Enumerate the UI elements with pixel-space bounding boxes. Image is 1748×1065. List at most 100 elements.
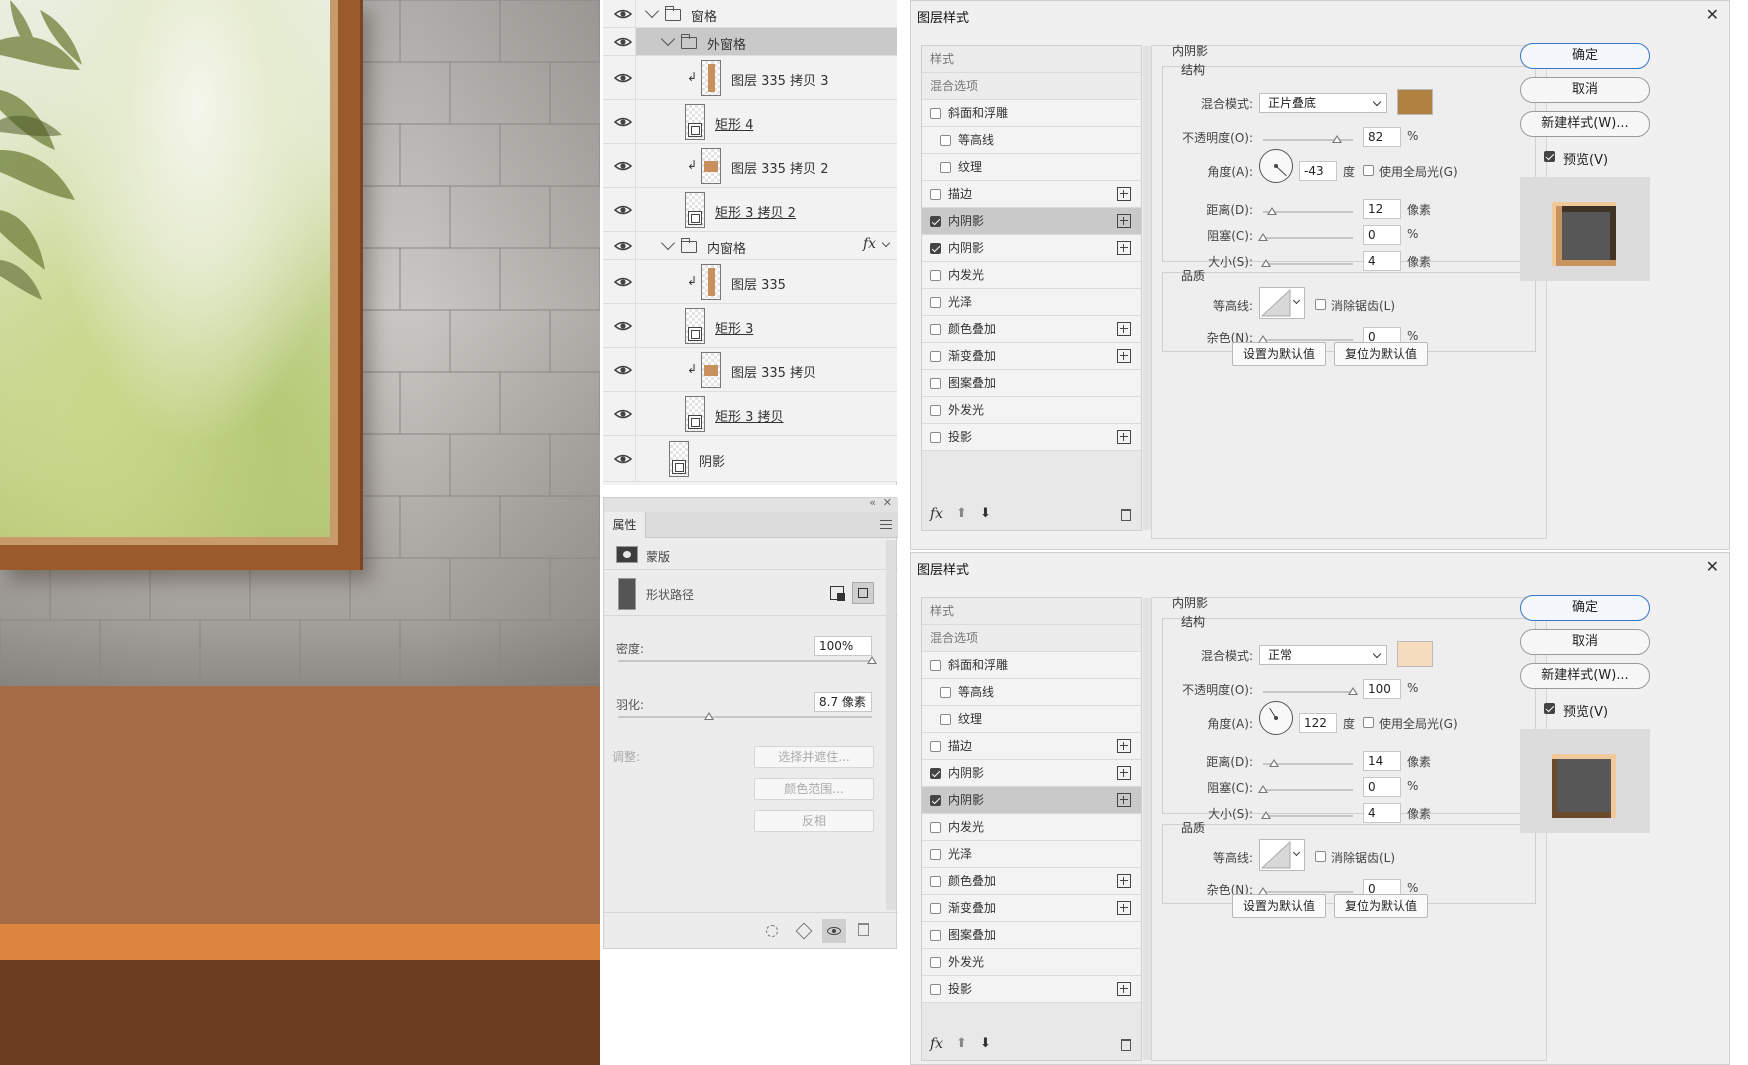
trash-icon[interactable]	[1121, 509, 1131, 521]
style-item[interactable]: 图案叠加	[922, 922, 1141, 949]
style-checkbox[interactable]	[930, 432, 941, 443]
move-up-icon[interactable]: ⬆	[956, 1036, 967, 1051]
feather-field[interactable]: 8.7 像素	[814, 692, 872, 712]
style-checkbox[interactable]	[930, 216, 941, 227]
style-item[interactable]: 外发光	[922, 397, 1141, 424]
style-checkbox[interactable]	[930, 795, 941, 806]
style-item[interactable]: 光泽	[922, 289, 1141, 316]
eye-icon[interactable]	[613, 116, 633, 128]
style-item[interactable]: 描边	[922, 733, 1141, 760]
properties-scrollbar[interactable]	[886, 540, 896, 910]
reset-default-button[interactable]: 复位为默认值	[1334, 342, 1428, 366]
style-item[interactable]: 内发光	[922, 262, 1141, 289]
cancel-button[interactable]: 取消	[1520, 77, 1650, 103]
antialias-checkbox[interactable]	[1315, 299, 1326, 310]
add-effect-icon[interactable]	[1117, 349, 1131, 363]
style-checkbox[interactable]	[930, 903, 941, 914]
choke-slider-thumb[interactable]	[1258, 785, 1268, 793]
eye-icon[interactable]	[613, 8, 633, 20]
style-checkbox[interactable]	[930, 660, 941, 671]
eye-icon[interactable]	[613, 160, 633, 172]
add-effect-icon[interactable]	[1117, 214, 1131, 228]
add-effect-icon[interactable]	[1117, 766, 1131, 780]
opacity-slider-thumb[interactable]	[1348, 687, 1358, 695]
distance-slider-thumb[interactable]	[1268, 759, 1279, 767]
noise-slider-track[interactable]	[1263, 891, 1353, 893]
color-range-button[interactable]: 颜色范围...	[754, 778, 874, 800]
move-down-icon[interactable]: ⬇	[980, 1036, 991, 1051]
density-slider-track[interactable]	[618, 660, 872, 662]
add-effect-icon[interactable]	[1117, 982, 1131, 996]
style-item[interactable]: 投影	[922, 424, 1141, 451]
visibility-eye-icon[interactable]	[822, 919, 846, 943]
layer-row[interactable]: ↲ 图层 335 拷贝	[603, 348, 897, 392]
choke-field[interactable]: 0	[1363, 777, 1401, 797]
layer-row[interactable]: 窗格	[603, 0, 897, 28]
layer-row[interactable]: 矩形 3 拷贝	[603, 392, 897, 436]
eye-icon[interactable]	[613, 72, 633, 84]
visibility-toggle[interactable]	[603, 392, 636, 435]
move-down-icon[interactable]: ⬇	[980, 506, 991, 521]
style-checkbox[interactable]	[930, 984, 941, 995]
chevron-down-icon[interactable]	[660, 235, 676, 251]
style-item[interactable]: 斜面和浮雕	[922, 652, 1141, 679]
style-item[interactable]: 投影	[922, 976, 1141, 1003]
chevron-down-icon[interactable]	[660, 31, 676, 47]
add-effect-icon[interactable]	[1117, 874, 1131, 888]
eye-icon[interactable]	[613, 240, 633, 252]
size-field[interactable]: 4	[1363, 251, 1401, 271]
fx-icon[interactable]: fx	[930, 1036, 943, 1052]
style-checkbox[interactable]	[940, 687, 951, 698]
angle-field[interactable]: -43	[1299, 161, 1337, 181]
style-item[interactable]: 等高线	[922, 127, 1141, 154]
eye-icon[interactable]	[613, 36, 633, 48]
shadow-color-swatch[interactable]	[1397, 89, 1433, 115]
add-effect-icon[interactable]	[1117, 793, 1131, 807]
style-item[interactable]: 渐变叠加	[922, 895, 1141, 922]
choke-slider-thumb[interactable]	[1258, 233, 1268, 241]
visibility-toggle[interactable]	[603, 436, 636, 481]
fx-icon[interactable]: fx	[930, 506, 943, 522]
style-checkbox[interactable]	[930, 822, 941, 833]
opacity-field[interactable]: 100	[1363, 679, 1401, 699]
add-path-icon[interactable]	[830, 586, 845, 601]
eye-icon[interactable]	[613, 276, 633, 288]
visibility-toggle[interactable]	[603, 0, 636, 27]
style-checkbox[interactable]	[930, 849, 941, 860]
shadow-color-swatch[interactable]	[1397, 641, 1433, 667]
layer-row[interactable]: ↲ 图层 335	[603, 260, 897, 304]
style-checkbox[interactable]	[930, 405, 941, 416]
style-item[interactable]: 纹理	[922, 706, 1141, 733]
style-checkbox[interactable]	[930, 741, 941, 752]
visibility-toggle[interactable]	[603, 304, 636, 347]
style-checkbox[interactable]	[930, 189, 941, 200]
visibility-toggle[interactable]	[603, 56, 636, 99]
size-field[interactable]: 4	[1363, 803, 1401, 823]
style-checkbox[interactable]	[930, 297, 941, 308]
visibility-toggle[interactable]	[603, 348, 636, 391]
layer-row[interactable]: 矩形 4	[603, 100, 897, 144]
ok-button[interactable]: 确定	[1520, 595, 1650, 621]
eye-icon[interactable]	[613, 204, 633, 216]
angle-dial[interactable]	[1259, 701, 1293, 735]
style-item[interactable]: 混合选项	[922, 73, 1141, 100]
visibility-toggle[interactable]	[603, 28, 636, 55]
style-checkbox[interactable]	[930, 930, 941, 941]
trash-icon[interactable]	[858, 923, 869, 936]
tab-properties[interactable]: 属性	[604, 512, 646, 538]
eye-icon[interactable]	[613, 453, 633, 465]
visibility-toggle[interactable]	[603, 260, 636, 303]
visibility-toggle[interactable]	[603, 188, 636, 231]
style-item[interactable]: 样式	[922, 598, 1141, 625]
style-item[interactable]: 渐变叠加	[922, 343, 1141, 370]
size-slider-track[interactable]	[1263, 815, 1353, 817]
eye-icon[interactable]	[613, 320, 633, 332]
feather-slider-thumb[interactable]	[704, 712, 715, 720]
select-and-mask-button[interactable]: 选择并遮住...	[754, 746, 874, 768]
choke-slider-track[interactable]	[1263, 789, 1353, 791]
chevron-down-icon[interactable]	[881, 238, 891, 248]
add-effect-icon[interactable]	[1117, 901, 1131, 915]
opacity-field[interactable]: 82	[1363, 127, 1401, 147]
layer-row[interactable]: ↲ 图层 335 拷贝 3	[603, 56, 897, 100]
style-item[interactable]: 内阴影	[922, 760, 1141, 787]
